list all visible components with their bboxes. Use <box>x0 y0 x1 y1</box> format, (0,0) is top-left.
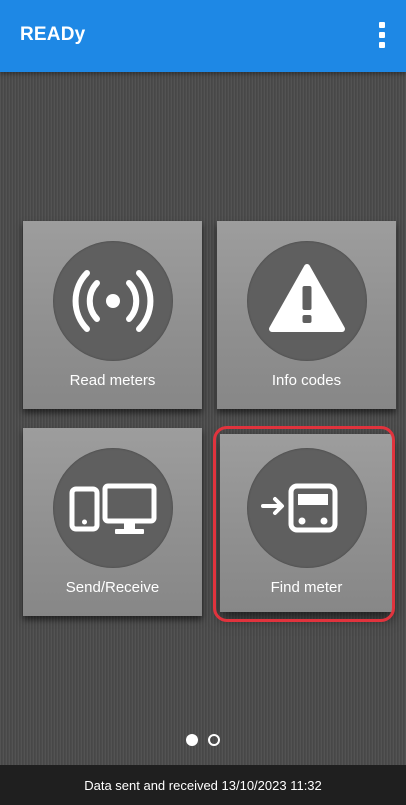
tile-label: Read meters <box>69 372 156 389</box>
find-meter-tile[interactable]: Find meter <box>220 434 393 612</box>
tile-label: Info codes <box>271 372 342 389</box>
page-indicator <box>0 731 406 746</box>
radio-signal-icon <box>72 270 154 332</box>
main-screen: READy Read meters Info codes Send/Receiv… <box>0 0 406 805</box>
icon-circle <box>247 448 367 568</box>
more-vertical-icon[interactable] <box>372 22 392 52</box>
read-meters-tile[interactable]: Read meters <box>23 221 202 409</box>
find-meter-icon <box>261 483 338 533</box>
page-dot-inactive[interactable] <box>208 733 220 746</box>
menu-dot <box>379 32 385 38</box>
app-title: READy <box>20 24 86 45</box>
sync-status-text: Data sent and received 13/10/2023 11:32 <box>84 778 322 793</box>
send-receive-tile[interactable]: Send/Receive <box>23 428 202 616</box>
phone-monitor-icon <box>69 483 157 534</box>
status-bar: Data sent and received 13/10/2023 11:32 <box>0 765 406 805</box>
icon-circle <box>53 241 173 361</box>
info-codes-tile[interactable]: Info codes <box>217 221 396 409</box>
page-dot-active[interactable] <box>186 733 198 746</box>
icon-circle <box>53 448 173 568</box>
warning-icon <box>269 264 345 332</box>
tile-label: Send/Receive <box>65 579 160 596</box>
icon-circle <box>247 241 367 361</box>
app-bar: READy <box>0 0 406 72</box>
menu-dot <box>379 42 385 48</box>
menu-dot <box>379 22 385 28</box>
tile-label: Find meter <box>270 579 343 596</box>
